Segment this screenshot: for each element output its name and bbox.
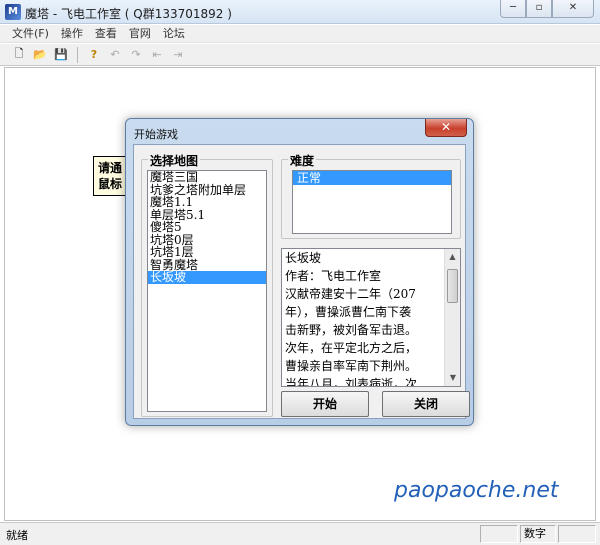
menu-operate[interactable]: 操作 bbox=[55, 25, 89, 42]
undo-icon[interactable]: ↶ bbox=[106, 46, 124, 64]
menu-file[interactable]: 文件(F) bbox=[6, 25, 55, 42]
maximize-button[interactable]: ▫ bbox=[526, 0, 552, 18]
map-group: 选择地图 魔塔三国 坑爹之塔附加单层 魔塔1.1 单层塔5.1 傻塔5 坑塔0层… bbox=[141, 152, 273, 417]
status-text: 就绪 bbox=[6, 529, 28, 542]
window-controls: ─ ▫ ✕ bbox=[500, 0, 594, 18]
title-bar[interactable]: M 魔塔 - 飞电工作室 ( Q群133701892 ) ─ ▫ ✕ bbox=[0, 0, 600, 24]
redo-icon[interactable]: ↷ bbox=[127, 46, 145, 64]
map-item[interactable]: 魔塔三国 bbox=[148, 171, 266, 184]
close-dialog-button[interactable]: 关闭 bbox=[382, 391, 470, 417]
description-line: 当年八月，刘表病逝，次 bbox=[285, 377, 418, 387]
menu-forum[interactable]: 论坛 bbox=[157, 25, 191, 42]
description-line: 曹操亲自率军南下荆州。 bbox=[285, 359, 418, 373]
dialog-title: 开始游戏 bbox=[134, 128, 178, 141]
map-item[interactable]: 魔塔1.1 bbox=[148, 196, 266, 209]
description-line: 汉献帝建安十二年（207 bbox=[285, 287, 416, 301]
toolbar-separator bbox=[77, 46, 78, 63]
new-file-icon[interactable]: 🗋 bbox=[10, 46, 28, 64]
description-line: 次年，在平定北方之后， bbox=[285, 341, 418, 355]
difficulty-item-selected[interactable]: 正常 bbox=[293, 171, 451, 185]
difficulty-group: 难度 正常 bbox=[281, 152, 461, 239]
minimize-button[interactable]: ─ bbox=[500, 0, 526, 18]
open-folder-icon[interactable]: 📂 bbox=[31, 46, 49, 64]
save-icon[interactable]: 💾 bbox=[52, 46, 70, 64]
close-window-button[interactable]: ✕ bbox=[552, 0, 594, 18]
difficulty-group-label: 难度 bbox=[288, 152, 317, 169]
dialog-close-icon[interactable]: ✕ bbox=[425, 119, 467, 137]
start-game-dialog: 开始游戏 ✕ 选择地图 魔塔三国 坑爹之塔附加单层 魔塔1.1 单层塔5.1 傻… bbox=[125, 118, 474, 426]
toolbar: 🗋 📂 💾 ? ↶ ↷ ⇤ ⇥ bbox=[0, 44, 600, 66]
scroll-up-icon[interactable]: ▲ bbox=[445, 249, 460, 265]
status-cell-empty bbox=[480, 525, 518, 543]
description-line: 击新野，被刘备军击退。 bbox=[285, 323, 418, 337]
status-bar: 就绪 数字 bbox=[0, 522, 600, 545]
map-item-selected[interactable]: 长坂坡 bbox=[148, 271, 266, 284]
step-back-icon[interactable]: ⇤ bbox=[148, 46, 166, 64]
menu-website[interactable]: 官网 bbox=[123, 25, 157, 42]
dialog-body: 选择地图 魔塔三国 坑爹之塔附加单层 魔塔1.1 单层塔5.1 傻塔5 坑塔0层… bbox=[133, 144, 470, 419]
difficulty-list[interactable]: 正常 bbox=[292, 170, 452, 234]
watermark: paopaoche.net bbox=[394, 478, 559, 503]
step-forward-icon[interactable]: ⇥ bbox=[169, 46, 187, 64]
map-item[interactable]: 傻塔5 bbox=[148, 221, 266, 234]
map-list[interactable]: 魔塔三国 坑爹之塔附加单层 魔塔1.1 单层塔5.1 傻塔5 坑塔0层 坑塔1层… bbox=[147, 170, 267, 412]
map-item[interactable]: 坑塔1层 bbox=[148, 246, 266, 259]
menu-bar: 文件(F) 操作 查看 官网 论坛 bbox=[0, 25, 600, 43]
window-title: 魔塔 - 飞电工作室 ( Q群133701892 ) bbox=[25, 7, 232, 21]
status-cell-empty-2 bbox=[558, 525, 596, 543]
description-line: 长坂坡 bbox=[285, 251, 322, 265]
scroll-thumb[interactable] bbox=[447, 269, 458, 303]
map-group-label: 选择地图 bbox=[148, 152, 201, 169]
description-scrollbar[interactable]: ▲ ▼ bbox=[444, 249, 460, 386]
help-icon[interactable]: ? bbox=[85, 46, 103, 64]
map-description[interactable]: 长坂坡 作者：飞电工作室 汉献帝建安十二年（207 年），曹操派曹仁南下袭 击新… bbox=[281, 248, 461, 387]
start-button[interactable]: 开始 bbox=[281, 391, 369, 417]
description-line: 年），曹操派曹仁南下袭 bbox=[285, 305, 412, 319]
status-num-indicator: 数字 bbox=[520, 525, 556, 543]
description-line: 作者：飞电工作室 bbox=[285, 269, 382, 283]
tower-app-icon: M bbox=[5, 4, 21, 20]
menu-view[interactable]: 查看 bbox=[89, 25, 123, 42]
scroll-down-icon[interactable]: ▼ bbox=[445, 370, 460, 386]
